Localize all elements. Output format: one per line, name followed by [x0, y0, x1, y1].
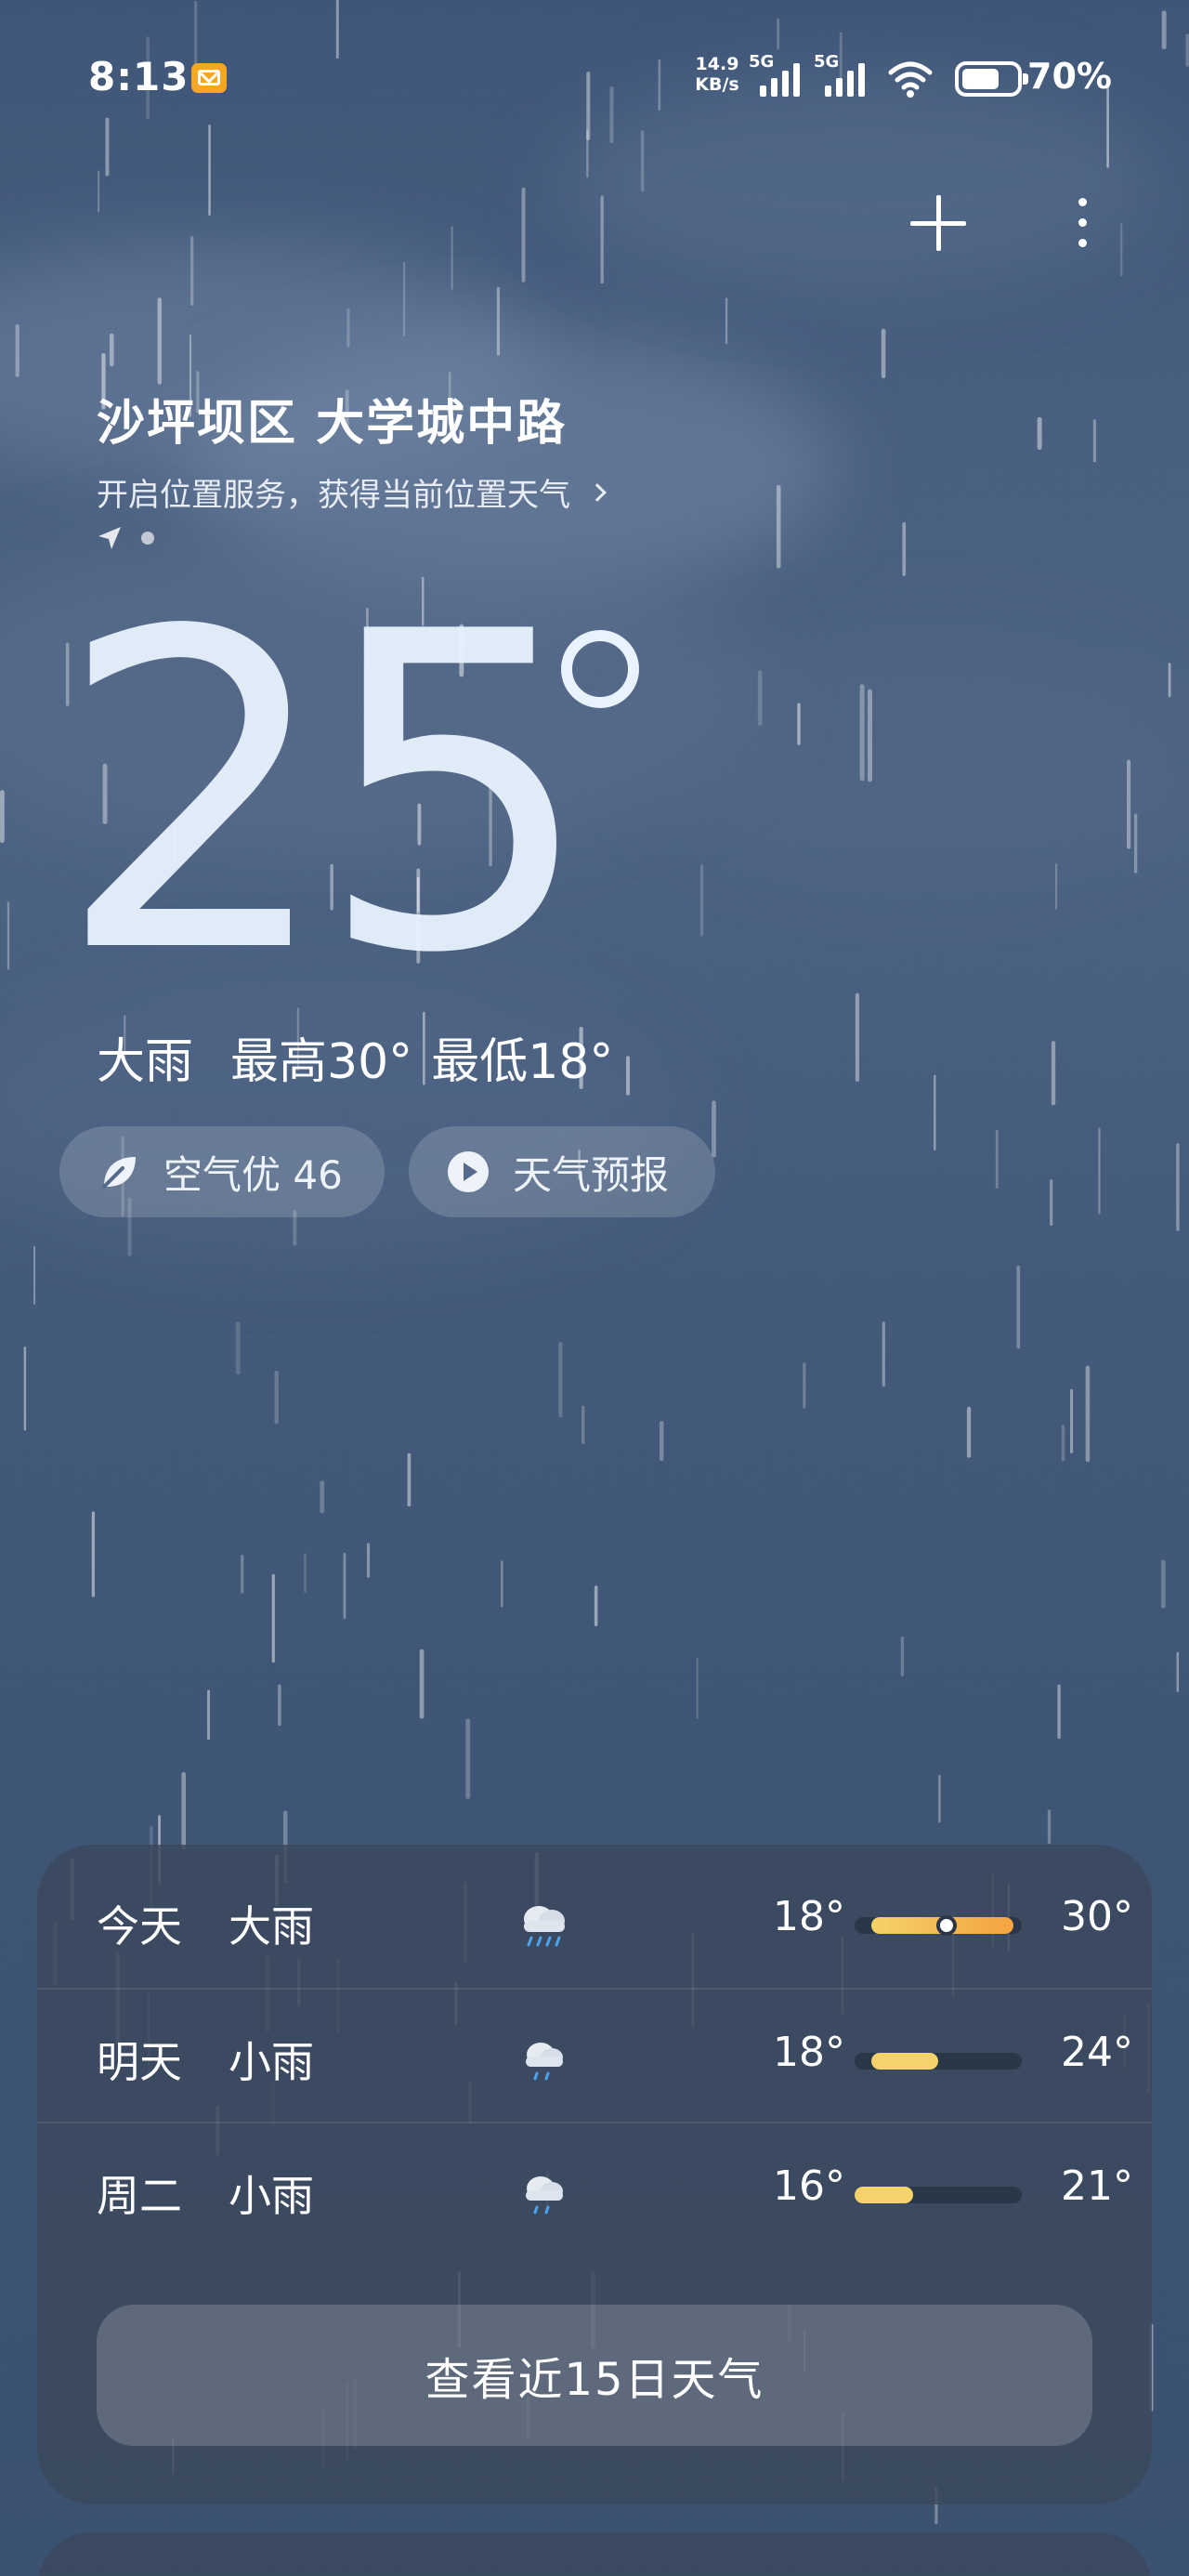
forecast-row[interactable]: 今天 大雨 18° 30°: [37, 1854, 1152, 1988]
signal-sim1-icon: 5G: [749, 52, 808, 97]
temperature-range-bar: [855, 2187, 1022, 2203]
temperature-range-fill: [855, 2187, 913, 2203]
forecast-day: 周二: [97, 2171, 182, 2221]
forecast-condition: 大雨: [229, 1901, 314, 1952]
network-speed-unit: KB/s: [695, 74, 739, 95]
air-quality-label: 空气优 46: [163, 1151, 343, 1198]
current-temperature: 25: [56, 540, 594, 1048]
light-rain-icon: [526, 2176, 563, 2215]
forecast-day: 今天: [97, 1901, 182, 1952]
weather-forecast-video-pill[interactable]: 天气预报: [409, 1126, 715, 1217]
temperature-range-bar: [855, 2053, 1022, 2070]
signal-sim2-icon: 5G: [814, 52, 877, 97]
forecast-high: 30°: [1061, 1893, 1133, 1940]
air-quality-pill[interactable]: 空气优 46: [59, 1126, 385, 1217]
wifi-icon: [888, 61, 933, 98]
light-rain-icon: [526, 2043, 563, 2081]
forecast-low: 18°: [773, 2029, 845, 2076]
play-icon: [448, 1151, 489, 1192]
chevron-right-icon: [588, 482, 607, 502]
network-speed: 14.9 KB/s: [689, 54, 745, 95]
battery-percent: 70%: [1027, 56, 1112, 97]
forecast-row[interactable]: 周二 小雨 16° 21°: [37, 2122, 1152, 2255]
current-high: 最高30°: [230, 1034, 413, 1090]
forecast-low: 18°: [773, 1893, 845, 1940]
add-city-button[interactable]: [901, 186, 975, 260]
weather-forecast-label: 天气预报: [513, 1151, 670, 1198]
location-name[interactable]: 沙坪坝区 大学城中路: [97, 384, 567, 453]
current-temp-marker: [936, 1915, 957, 1936]
status-time: 8:13: [88, 54, 189, 99]
network-speed-value: 14.9: [695, 54, 739, 74]
mail-notification-icon: [191, 63, 227, 93]
sim1-network-label: 5G: [749, 52, 775, 72]
current-condition: 大雨: [97, 1034, 194, 1090]
location-service-text: 开启位置服务，获得当前位置天气: [97, 477, 570, 514]
battery-icon: [955, 61, 1028, 97]
more-options-button[interactable]: [1068, 191, 1096, 256]
status-bar: 8:13 14.9 KB/s 5G 5G 70%: [0, 0, 1189, 158]
current-low: 最低18°: [431, 1034, 614, 1090]
degree-symbol-icon: [561, 630, 639, 708]
location-service-link[interactable]: 开启位置服务，获得当前位置天气: [97, 469, 607, 515]
heavy-rain-icon: [524, 1906, 565, 1947]
forecast-condition: 小雨: [229, 2171, 314, 2221]
forecast-row[interactable]: 明天 小雨 18° 24°: [37, 1988, 1152, 2122]
forecast-high: 21°: [1061, 2162, 1133, 2210]
forecast-day: 明天: [97, 2037, 182, 2087]
current-condition-summary: 大雨 最高30° 最低18°: [97, 1022, 650, 1092]
leaf-icon: [102, 1157, 136, 1189]
temperature-range-bar: [855, 1915, 1022, 1936]
temperature-range-fill: [871, 2053, 938, 2070]
forecast-low: 16°: [773, 2162, 845, 2210]
sim2-network-label: 5G: [814, 52, 840, 72]
forecast-high: 24°: [1061, 2029, 1133, 2076]
forecast-card: 今天 大雨 18° 30° 明天 小雨 18° 24° 周二 小雨 16° 21…: [37, 1845, 1152, 2504]
next-card-peek: [37, 2532, 1152, 2576]
forecast-condition: 小雨: [229, 2037, 314, 2087]
view-15-day-forecast-button[interactable]: 查看近15日天气: [97, 2305, 1092, 2446]
